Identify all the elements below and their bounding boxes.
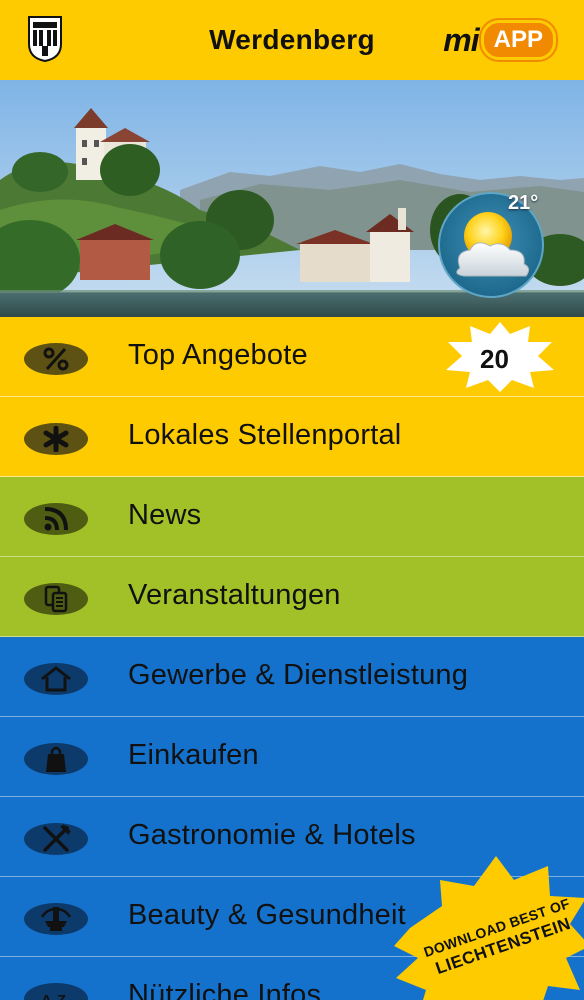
fork-knife-icon <box>24 823 88 855</box>
menu-item-einkaufen[interactable]: Einkaufen <box>0 717 584 797</box>
menu-label: Nützliche Infos <box>128 979 322 1000</box>
fountain-icon <box>24 903 88 935</box>
tickets-icon <box>24 583 88 615</box>
brand-mi: mi <box>443 21 479 58</box>
rss-feed-icon <box>24 503 88 535</box>
menu-label: Veranstaltungen <box>128 579 341 611</box>
menu-item-veranstaltungen[interactable]: Veranstaltungen <box>0 557 584 637</box>
menu-label: News <box>128 499 202 531</box>
menu-label: Top Angebote <box>128 339 308 371</box>
menu-label: Gewerbe & Dienstleistung <box>128 659 469 691</box>
a-z-icon: A-Z <box>24 983 88 1000</box>
svg-text:A-Z: A-Z <box>41 992 66 1000</box>
percent-icon <box>24 343 88 375</box>
miapp-logo[interactable]: mi APP <box>443 20 556 60</box>
menu-label: Beauty & Gesundheit <box>128 899 406 931</box>
menu-item-gewerbe-dienstleistung[interactable]: Gewerbe & Dienstleistung <box>0 637 584 717</box>
page-title: Werdenberg <box>209 24 375 55</box>
shopping-bag-icon <box>24 743 88 775</box>
app-header: Werdenberg mi APP <box>0 0 584 80</box>
temperature-label: 21° <box>508 192 539 214</box>
offer-count: 20 <box>480 344 509 374</box>
coat-of-arms-icon[interactable] <box>28 16 62 63</box>
asterisk-icon <box>24 423 88 455</box>
menu-label: Gastronomie & Hotels <box>128 819 416 851</box>
menu-label: Lokales Stellenportal <box>128 419 402 451</box>
brand-app: APP <box>480 20 556 60</box>
menu-item-news[interactable]: News <box>0 477 584 557</box>
house-icon <box>24 663 88 695</box>
menu-item-lokales-stellenportal[interactable]: Lokales Stellenportal <box>0 397 584 477</box>
menu-label: Einkaufen <box>128 739 259 771</box>
